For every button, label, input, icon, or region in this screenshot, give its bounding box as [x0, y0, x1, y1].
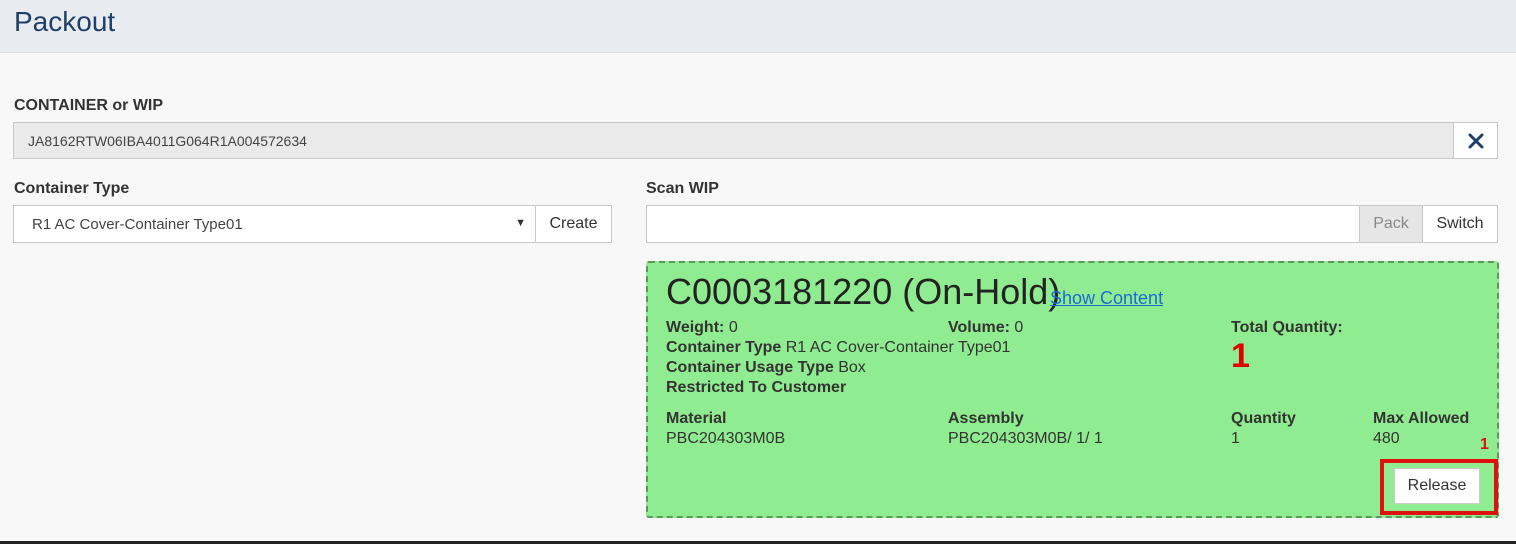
container-title: C0003181220 (On-Hold) — [666, 271, 1061, 312]
switch-button[interactable]: Switch — [1422, 205, 1498, 243]
volume-label: Volume: — [948, 319, 1010, 336]
container-type-field-value: R1 AC Cover-Container Type01 — [785, 339, 1011, 356]
max-allowed-header-text: Max Allowed — [1373, 410, 1470, 427]
assembly-header-text: Assembly — [948, 410, 1024, 427]
usage-type-value: Box — [838, 359, 866, 376]
create-button[interactable]: Create — [535, 205, 612, 243]
total-quantity-label-text: Total Quantity: — [1231, 319, 1343, 336]
container-status-panel: C0003181220 (On-Hold) Show Content Weigh… — [646, 261, 1499, 518]
container-type-selected: R1 AC Cover-Container Type01 — [32, 215, 243, 233]
page-title: Packout — [14, 6, 116, 37]
close-icon — [1468, 133, 1484, 149]
total-quantity-label: Total Quantity: — [1231, 319, 1343, 337]
pack-button[interactable]: Pack — [1359, 205, 1423, 243]
scan-wip-input[interactable] — [646, 205, 1360, 243]
container-or-wip-input[interactable]: JA8162RTW06IBA4011G064R1A004572634 — [13, 122, 1454, 159]
weight-value: 0 — [728, 319, 738, 336]
container-type-field-label: Container Type — [666, 339, 782, 356]
quantity-cell: 1 — [1231, 430, 1240, 447]
material-cell: PBC204303M0B — [666, 430, 786, 447]
quantity-header: Quantity — [1231, 410, 1296, 428]
assembly-cell: PBC204303M0B/ 1/ 1 — [948, 430, 1103, 447]
usage-type-label: Container Usage Type — [666, 359, 834, 376]
container-type-select[interactable]: R1 AC Cover-Container Type01 ▼ — [13, 205, 536, 243]
container-type-label: Container Type — [14, 180, 130, 197]
container-type-field: Container Type R1 AC Cover-Container Typ… — [666, 339, 1010, 357]
clear-button[interactable] — [1453, 122, 1498, 159]
release-button[interactable]: Release — [1394, 468, 1480, 504]
annotation-number: 1 — [1480, 436, 1489, 453]
scan-wip-label: Scan WIP — [646, 180, 719, 197]
weight-field: Weight: 0 — [666, 319, 738, 337]
weight-label: Weight: — [666, 319, 725, 336]
volume-field: Volume: 0 — [948, 319, 1023, 337]
max-allowed-header: Max Allowed — [1373, 410, 1469, 428]
quantity-header-text: Quantity — [1231, 410, 1296, 427]
material-header: Material — [666, 410, 726, 428]
volume-value: 0 — [1014, 319, 1024, 336]
page-header: Packout — [0, 0, 1516, 53]
restricted-customer-field: Restricted To Customer — [666, 379, 846, 397]
assembly-header: Assembly — [948, 410, 1024, 428]
show-content-link[interactable]: Show Content — [1050, 288, 1163, 309]
chevron-down-icon: ▼ — [515, 217, 526, 229]
material-header-text: Material — [666, 410, 727, 427]
total-quantity-value: 1 — [1231, 337, 1250, 375]
container-or-wip-label: CONTAINER or WIP — [14, 97, 164, 114]
container-or-wip-value: JA8162RTW06IBA4011G064R1A004572634 — [28, 132, 307, 149]
max-allowed-cell: 480 — [1373, 430, 1400, 447]
usage-type-field: Container Usage Type Box — [666, 359, 866, 377]
restricted-customer-label: Restricted To Customer — [666, 379, 847, 396]
